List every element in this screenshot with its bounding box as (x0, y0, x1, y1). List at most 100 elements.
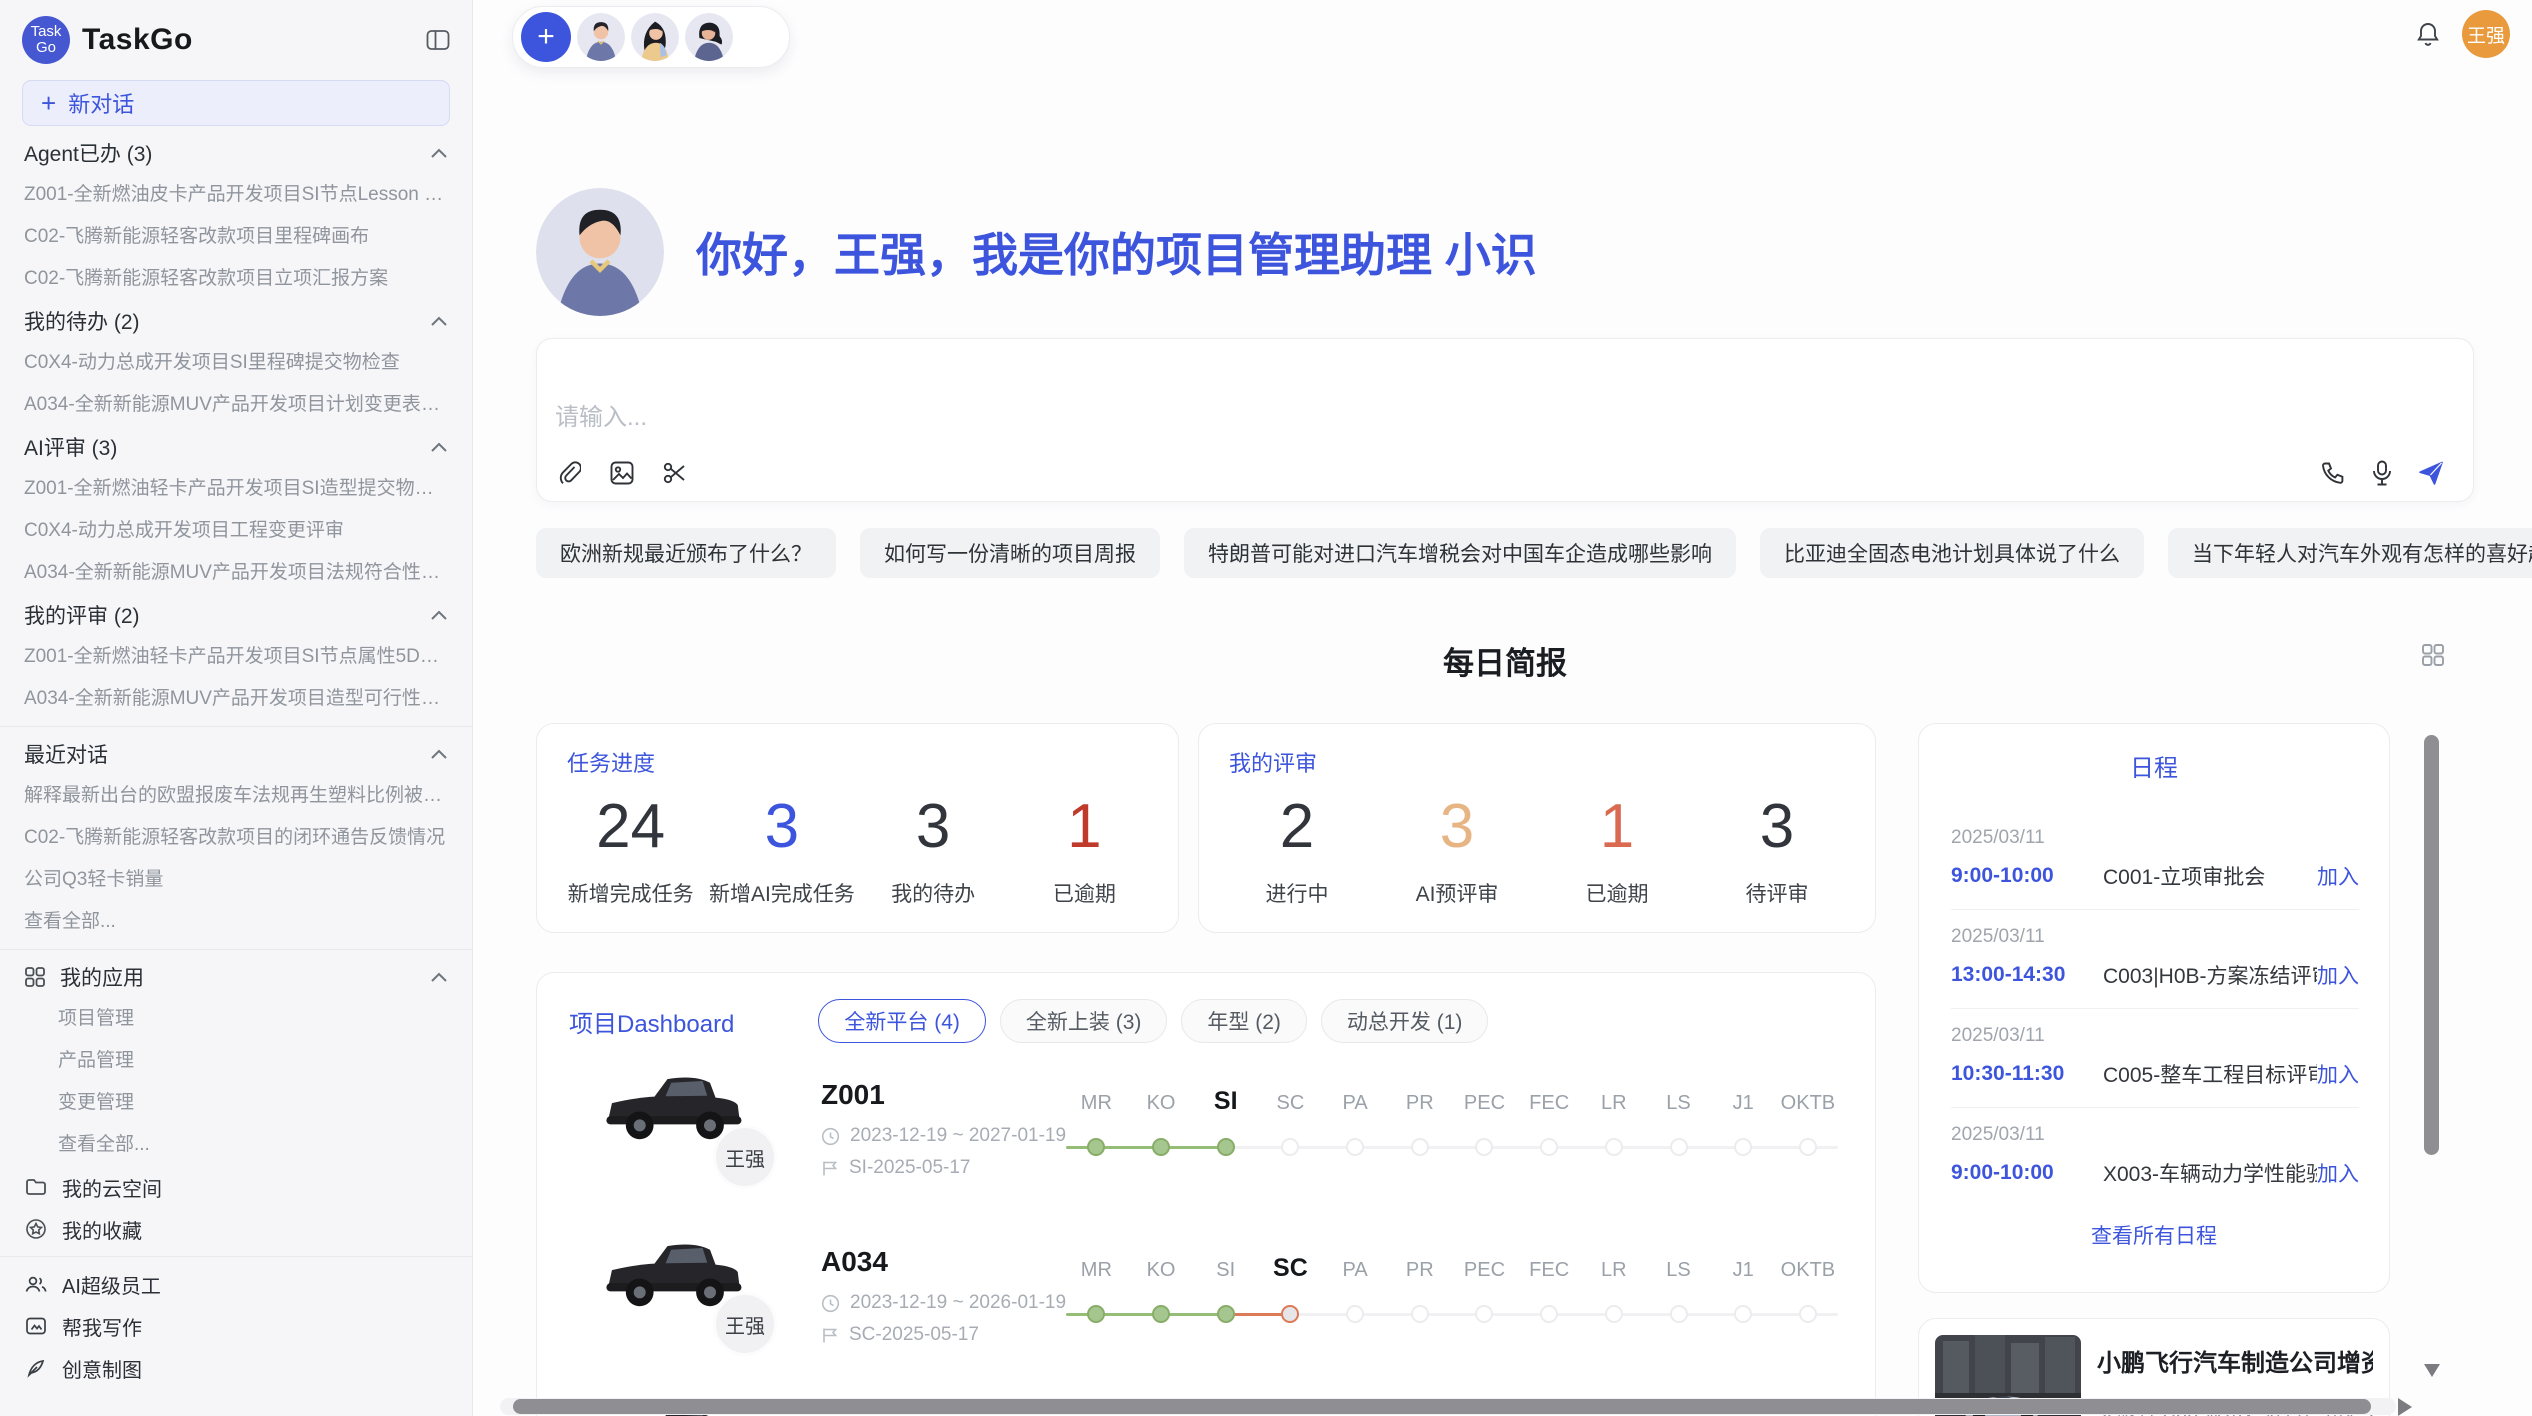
chevron-up-icon[interactable] (430, 609, 448, 621)
section-title: AI评审 (3) (24, 432, 117, 462)
table-row[interactable]: 王强 A034 2023-12-19 ~ 2026-01-19 SC-2025-… (537, 1226, 1875, 1393)
chevron-up-icon[interactable] (430, 971, 448, 983)
sidebar-item-label: 我的云空间 (62, 1173, 162, 1202)
scissors-icon[interactable] (661, 459, 689, 487)
sidebar-item-change-mgmt[interactable]: 变更管理 (0, 1082, 472, 1124)
scroll-down-arrow[interactable] (2424, 1364, 2440, 1377)
stat-in-progress: 2 进行中 (1217, 792, 1377, 908)
phone-icon[interactable] (2319, 459, 2347, 487)
sidebar-item-cloud-space[interactable]: 我的云空间 (0, 1166, 472, 1208)
section-title: 我的应用 (60, 962, 144, 992)
chat-input-card (536, 338, 2474, 502)
tab-powertrain[interactable]: 动总开发 (1) (1321, 999, 1489, 1043)
owner-badge: 王强 (713, 1292, 777, 1356)
join-link[interactable]: 加入 (2317, 960, 2359, 990)
sidebar: Task Go TaskGo + 新对话 Agent已办 (3) Z001-全新… (0, 0, 473, 1416)
add-agent-button[interactable]: + (521, 12, 571, 62)
tab-new-platform[interactable]: 全新平台 (4) (818, 999, 986, 1043)
schedule-date: 2025/03/11 (1951, 926, 2359, 948)
logo-line2: Go (36, 40, 56, 56)
view-all-schedule-link[interactable]: 查看所有日程 (1919, 1220, 2389, 1250)
schedule-name: C001-立项审批会 (2103, 861, 2317, 891)
sidebar-collapse-icon[interactable] (426, 29, 450, 51)
join-link[interactable]: 加入 (2317, 861, 2359, 891)
tab-new-body[interactable]: 全新上装 (3) (1000, 999, 1168, 1043)
paperclip-icon[interactable] (555, 459, 583, 487)
owner-name: 王强 (725, 1310, 765, 1339)
suggestion-chip[interactable]: 特朗普可能对进口汽车增税会对中国车企造成哪些影响 (1184, 528, 1736, 578)
input-attachment-tools (555, 459, 689, 487)
avatar[interactable] (577, 13, 625, 61)
stat-value: 1 (1009, 792, 1160, 862)
owner-name: 王强 (725, 1143, 765, 1172)
suggestion-chip[interactable]: 比亚迪全固态电池计划具体说了什么 (1760, 528, 2144, 578)
agent-pill: + (512, 6, 790, 68)
scroll-right-arrow[interactable] (2398, 1398, 2412, 1416)
view-all-link[interactable]: 查看全部... (0, 901, 472, 943)
app-screen: Task Go TaskGo + 新对话 Agent已办 (3) Z001-全新… (0, 0, 2532, 1416)
list-item[interactable]: Z001-全新燃油皮卡产品开发项目SI节点Lesson Learn报告 (0, 174, 472, 216)
list-item[interactable]: C02-飞腾新能源轻客改款项目立项汇报方案 (0, 258, 472, 300)
list-item[interactable]: C02-飞腾新能源轻客改款项目的闭环通告反馈情况 (0, 817, 472, 859)
list-item[interactable]: C0X4-动力总成开发项目SI里程碑提交物检查 (0, 342, 472, 384)
assistant-avatar (536, 188, 664, 316)
layout-grid-icon[interactable] (2420, 642, 2446, 668)
schedule-title: 日程 (1919, 748, 2389, 783)
list-item[interactable]: 公司Q3轻卡销量 (0, 859, 472, 901)
list-item[interactable]: A034-全新新能源MUV产品开发项目法规符合性评审 (0, 552, 472, 594)
list-item[interactable]: A034-全新新能源MUV产品开发项目计划变更表编写 (0, 384, 472, 426)
join-link[interactable]: 加入 (2317, 1158, 2359, 1188)
divider (0, 1256, 472, 1257)
user-avatar-badge[interactable]: 王强 (2462, 10, 2510, 58)
chat-input[interactable] (537, 339, 2473, 457)
project-code: A034 (821, 1246, 888, 1278)
list-item[interactable]: C0X4-动力总成开发项目工程变更评审 (0, 510, 472, 552)
notification-bell-icon[interactable] (2414, 20, 2442, 48)
divider (0, 949, 472, 950)
sidebar-item-project-mgmt[interactable]: 项目管理 (0, 998, 472, 1040)
view-all-link[interactable]: 查看全部... (0, 1124, 472, 1166)
sidebar-item-favorites[interactable]: 我的收藏 (0, 1208, 472, 1250)
suggestion-chip[interactable]: 如何写一份清晰的项目周报 (860, 528, 1160, 578)
sidebar-item-help-writing[interactable]: 帮我写作 (0, 1305, 472, 1347)
chevron-up-icon[interactable] (430, 147, 448, 159)
daily-briefing-header: 每日简报 (536, 638, 2474, 678)
horizontal-scrollbar-thumb[interactable] (513, 1399, 2371, 1414)
image-icon[interactable] (608, 459, 636, 487)
horizontal-scrollbar[interactable] (500, 1398, 2396, 1415)
chevron-up-icon[interactable] (430, 441, 448, 453)
people-icon (24, 1272, 48, 1296)
greeting-block: 你好，王强，我是你的项目管理助理 小识 (536, 188, 1537, 316)
list-item[interactable]: 解释最新出台的欧盟报废车法规再生塑料比例被调至15%... (0, 775, 472, 817)
project-dates: 2023-12-19 ~ 2026-01-19 (821, 1292, 1066, 1314)
microphone-icon[interactable] (2368, 459, 2396, 487)
avatar[interactable] (631, 13, 679, 61)
table-row[interactable]: 王强 Z001 2023-12-19 ~ 2027-01-19 SI-2025-… (537, 1059, 1875, 1226)
section-title: Agent已办 (3) (24, 138, 152, 168)
send-icon[interactable] (2417, 459, 2445, 487)
stat-label: 已逾期 (1009, 878, 1160, 908)
chevron-up-icon[interactable] (430, 748, 448, 760)
schedule-time: 9:00-10:00 (1951, 864, 2103, 888)
list-item[interactable]: Z001-全新燃油轻卡产品开发项目SI节点属性5D文件评审 (0, 636, 472, 678)
list-item[interactable]: A034-全新新能源MUV产品开发项目造型可行性评审 (0, 678, 472, 720)
project-flag: SI-2025-05-17 (821, 1157, 970, 1179)
suggestion-chip[interactable]: 当下年轻人对汽车外观有怎样的喜好趋势 (2168, 528, 2532, 578)
sidebar-item-product-mgmt[interactable]: 产品管理 (0, 1040, 472, 1082)
feather-pen-icon (24, 1356, 48, 1380)
chevron-up-icon[interactable] (430, 315, 448, 327)
sidebar-item-ai-super-staff[interactable]: AI超级员工 (0, 1263, 472, 1305)
join-link[interactable]: 加入 (2317, 1059, 2359, 1089)
list-item[interactable]: Z001-全新燃油轻卡产品开发项目SI造型提交物评审 (0, 468, 472, 510)
sidebar-item-label: AI超级员工 (62, 1270, 161, 1299)
tab-model-year[interactable]: 年型 (2) (1181, 999, 1307, 1043)
stat-ai-pre-review: 3 AI预评审 (1377, 792, 1537, 908)
new-chat-button[interactable]: + 新对话 (22, 80, 450, 126)
avatar[interactable] (685, 13, 733, 61)
list-item[interactable]: C02-飞腾新能源轻客改款项目里程碑画布 (0, 216, 472, 258)
vertical-scrollbar-thumb[interactable] (2424, 735, 2439, 1155)
stat-my-todo: 3 我的待办 (858, 792, 1009, 908)
schedule-list: 2025/03/11 9:00-10:00 C001-立项审批会 加入 2025… (1919, 811, 2389, 1206)
sidebar-item-creative-drawing[interactable]: 创意制图 (0, 1347, 472, 1389)
suggestion-chip[interactable]: 欧洲新规最近颁布了什么？ (536, 528, 836, 578)
